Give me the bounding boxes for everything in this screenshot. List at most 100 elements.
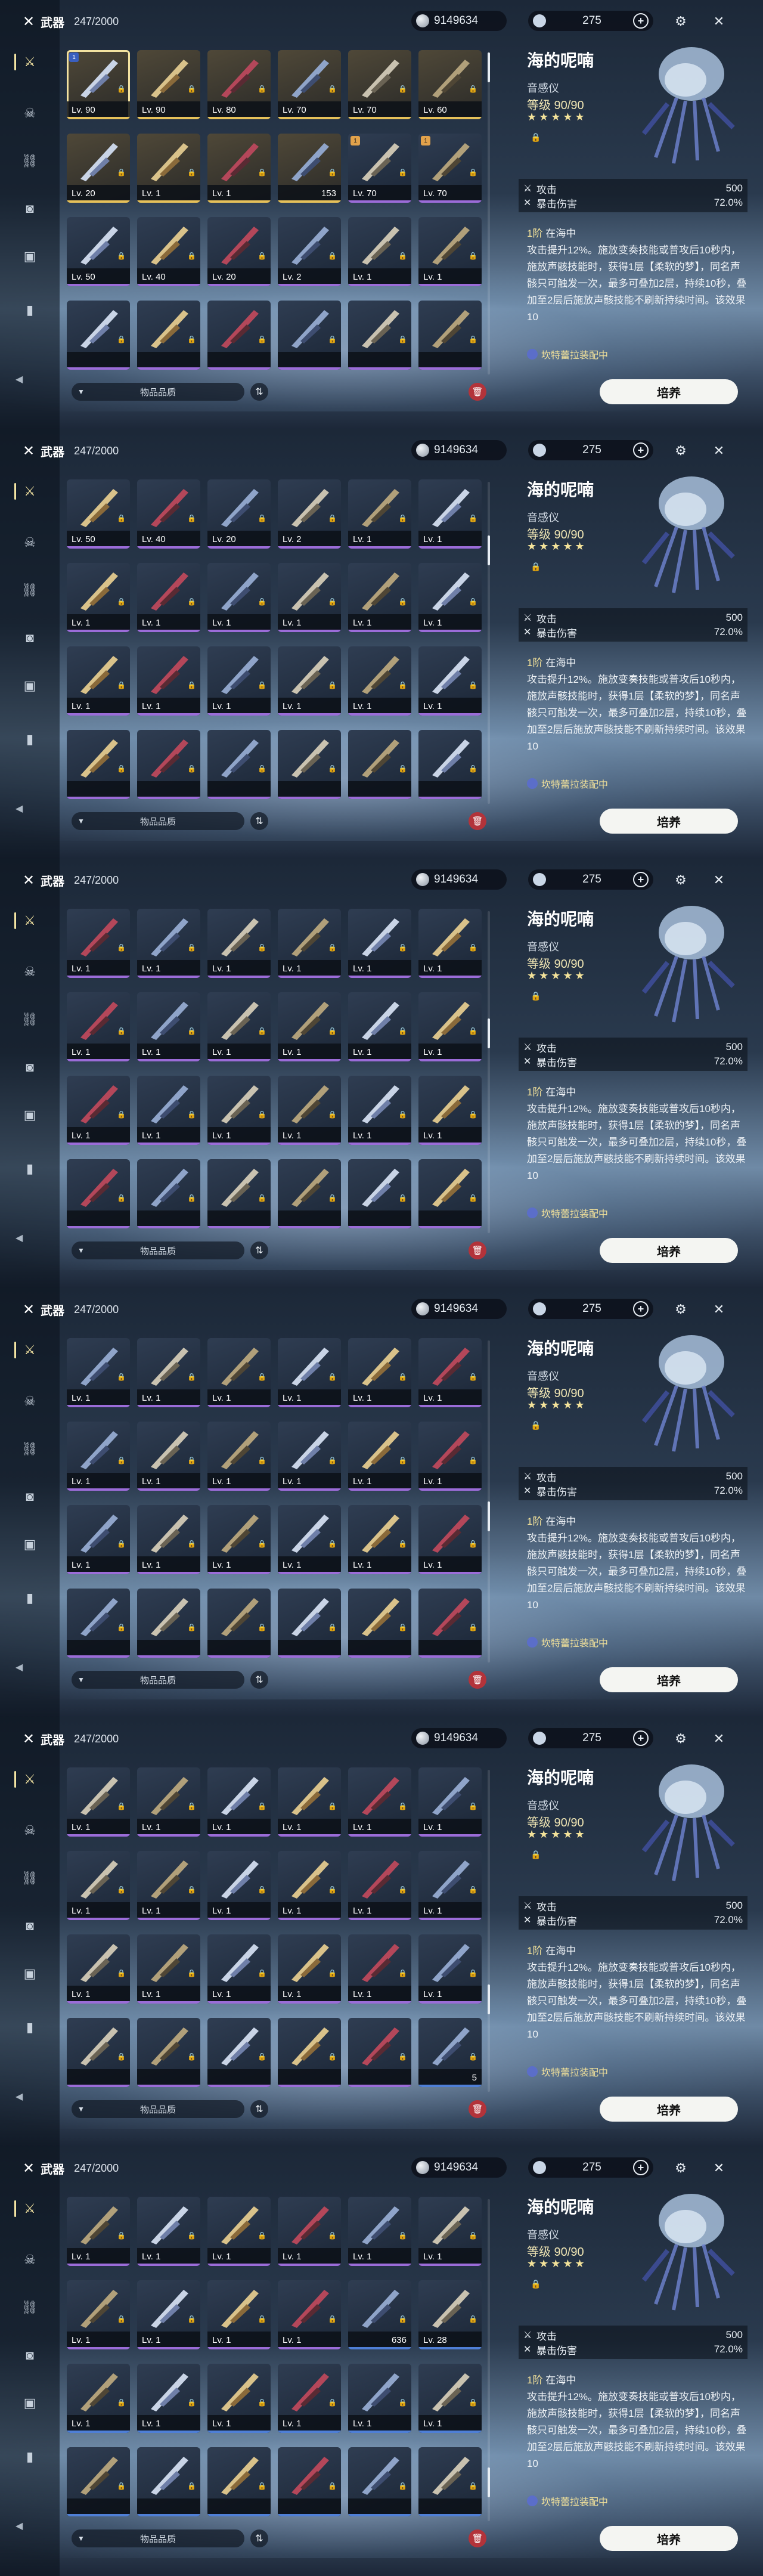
weapon-card[interactable]: 🔒 Lv. 1 — [348, 1851, 411, 1920]
weapon-card[interactable]: 🔒 Lv. 1 — [278, 1505, 341, 1574]
weapon-card[interactable]: 🔒 Lv. 1 — [418, 1505, 482, 1574]
lock-icon[interactable]: 🔒 — [258, 1373, 267, 1382]
weapon-card[interactable]: 🔒 Lv. 1 — [137, 1934, 200, 2004]
lock-icon[interactable]: 🔒 — [328, 1194, 337, 1203]
add-stamina-button[interactable]: + — [633, 2160, 649, 2175]
weapon-card[interactable]: 🔒 Lv. 1 — [207, 646, 271, 716]
lock-icon[interactable]: 🔒 — [328, 943, 337, 953]
mask-icon[interactable]: ☠ — [18, 960, 42, 984]
weapon-card[interactable]: 🔒 Lv. 1 — [207, 909, 271, 978]
weapon-card[interactable]: 🔒 — [207, 1589, 271, 1658]
weapon-card[interactable]: 🔒 Lv. 1 — [207, 1767, 271, 1837]
lock-icon[interactable]: 🔒 — [469, 252, 478, 261]
lock-icon[interactable]: 🔒 — [187, 2398, 197, 2408]
weapon-card[interactable]: 🔒 — [348, 301, 411, 370]
weapon-card[interactable]: 🔒 Lv. 1 — [418, 563, 482, 632]
weapon-card[interactable]: 🔒 Lv. 1 — [418, 2364, 482, 2433]
weapon-card[interactable]: 🔒 Lv. 70 — [348, 50, 411, 119]
weapon-card[interactable]: 🔒 — [137, 2447, 200, 2516]
lock-icon[interactable]: 🔒 — [258, 1540, 267, 1549]
weapon-card[interactable]: 🔒 — [137, 730, 200, 799]
lock-icon[interactable]: 🔒 — [258, 597, 267, 607]
weapon-card[interactable]: 🔒 Lv. 1 — [278, 909, 341, 978]
lock-icon[interactable]: 🔒 — [117, 335, 126, 345]
weapon-card[interactable]: 🔒 — [207, 301, 271, 370]
lock-icon[interactable]: 🔒 — [187, 1623, 197, 1633]
lock-icon[interactable]: 🔒 — [398, 1623, 408, 1633]
scrollbar[interactable] — [488, 482, 490, 804]
crossed-swords-icon[interactable]: ⚔ — [14, 2197, 42, 2221]
weapon-card[interactable]: 🔒 Lv. 40 — [137, 217, 200, 286]
weapon-card[interactable]: 🔒 Lv. 1 — [67, 2280, 130, 2349]
lock-icon[interactable]: 🔒 — [187, 597, 197, 607]
trash-icon[interactable]: 🗑 — [469, 812, 486, 830]
book-icon[interactable]: ▮ — [18, 298, 42, 322]
lock-icon[interactable]: 🔒 — [469, 2052, 478, 2062]
lock-icon[interactable]: 🔒 — [117, 168, 126, 178]
weapon-card[interactable]: 🔒 — [348, 1589, 411, 1658]
trash-icon[interactable]: 🗑 — [469, 2100, 486, 2118]
lock-icon[interactable]: 🔒 — [328, 2052, 337, 2062]
lock-icon[interactable]: 🔒 — [117, 1802, 126, 1812]
skill-description[interactable]: 1阶 在海中 攻击提升12%。施放变奏技能或普攻后10秒内，施放声骸技能时，获得… — [527, 1943, 748, 2062]
lock-icon[interactable]: 🔒 — [398, 252, 408, 261]
lock-icon[interactable]: 🔒 — [328, 252, 337, 261]
weapon-card[interactable]: 🔒 Lv. 1 — [278, 1767, 341, 1837]
lock-icon[interactable]: 🔒 — [328, 597, 337, 607]
weapon-card[interactable]: 🔒 Lv. 2 — [278, 479, 341, 549]
weapon-card[interactable]: 🔒 — [278, 301, 341, 370]
bag-icon[interactable]: ▣ — [18, 674, 42, 698]
weapon-card[interactable]: 🔒 — [67, 1159, 130, 1228]
lock-icon[interactable]: 🔒 — [469, 1194, 478, 1203]
weapon-card[interactable]: 🔒 — [348, 2447, 411, 2516]
lock-icon[interactable]: 🔒 — [398, 2231, 408, 2241]
weapon-card[interactable]: 🔒 5 — [418, 2018, 482, 2087]
lock-icon[interactable]: 🔒 — [398, 1802, 408, 1812]
lock-icon[interactable]: 🔒 — [328, 1623, 337, 1633]
weapon-card[interactable]: 🔒 — [418, 1589, 482, 1658]
book-icon[interactable]: ▮ — [18, 1586, 42, 1610]
weapon-card[interactable]: 🔒 Lv. 1 — [207, 2280, 271, 2349]
lock-icon[interactable]: 🔒 — [469, 1540, 478, 1549]
weapon-card[interactable]: 🔒 Lv. 1 — [137, 2280, 200, 2349]
close-icon[interactable]: ✕ — [709, 871, 728, 890]
lock-icon[interactable]: 🔒 — [469, 597, 478, 607]
lock-icon[interactable]: 🔒 — [398, 1110, 408, 1120]
sort-order-button[interactable]: ⇅ — [250, 2100, 268, 2118]
lock-icon[interactable]: 🔒 — [328, 514, 337, 524]
weapon-card[interactable]: 🔒 Lv. 1 — [207, 134, 271, 203]
lock-icon[interactable]: 🔒 — [117, 1194, 126, 1203]
lock-icon[interactable]: 🔒 — [258, 514, 267, 524]
weapon-card[interactable]: 🔒 Lv. 1 — [418, 1934, 482, 2004]
lock-icon[interactable]: 🔒 — [187, 1110, 197, 1120]
book-icon[interactable]: ▮ — [18, 727, 42, 751]
sort-dropdown[interactable]: ▼ 物品品质 — [72, 383, 244, 401]
scrollbar[interactable] — [488, 1340, 490, 1662]
skill-description[interactable]: 1阶 在海中 攻击提升12%。施放变奏技能或普攻后10秒内，施放声骸技能时，获得… — [527, 225, 748, 345]
chevron-icon[interactable]: ◀ — [15, 2520, 23, 2532]
lock-icon[interactable]: 🔒 — [117, 1110, 126, 1120]
upgrade-button[interactable]: 培养 — [600, 1238, 738, 1263]
chevron-icon[interactable]: ◀ — [15, 1232, 23, 1244]
weapon-card[interactable]: 🔒 1 Lv. 90 — [67, 50, 130, 119]
lock-icon[interactable]: 🔒 — [117, 2052, 126, 2062]
weapon-card[interactable]: 🔒 Lv. 50 — [67, 479, 130, 549]
add-stamina-button[interactable]: + — [633, 1301, 649, 1317]
lock-icon[interactable]: 🔒 — [469, 2315, 478, 2324]
weapon-card[interactable]: 🔒 Lv. 1 — [418, 1076, 482, 1145]
weapon-card[interactable]: 🔒 — [207, 2447, 271, 2516]
weapon-card[interactable]: 🔒 Lv. 1 — [278, 1422, 341, 1491]
book-icon[interactable]: ▮ — [18, 2445, 42, 2469]
weapon-card[interactable]: 🔒 Lv. 1 — [67, 2197, 130, 2266]
add-stamina-button[interactable]: + — [633, 872, 649, 887]
lock-icon[interactable]: 🔒 — [187, 943, 197, 953]
lock-icon[interactable]: 🔒 — [328, 1373, 337, 1382]
lock-icon[interactable]: 🔒 — [328, 681, 337, 691]
sort-dropdown[interactable]: ▼ 物品品质 — [72, 1241, 244, 1259]
weapon-card[interactable]: 🔒 — [137, 301, 200, 370]
lock-icon[interactable]: 🔒 — [258, 681, 267, 691]
lock-icon[interactable]: 🔒 — [187, 1540, 197, 1549]
lock-icon[interactable]: 🔒 — [187, 1456, 197, 1466]
weapon-card[interactable]: 🔒 Lv. 1 — [418, 1422, 482, 1491]
lock-icon[interactable]: 🔒 — [258, 1623, 267, 1633]
